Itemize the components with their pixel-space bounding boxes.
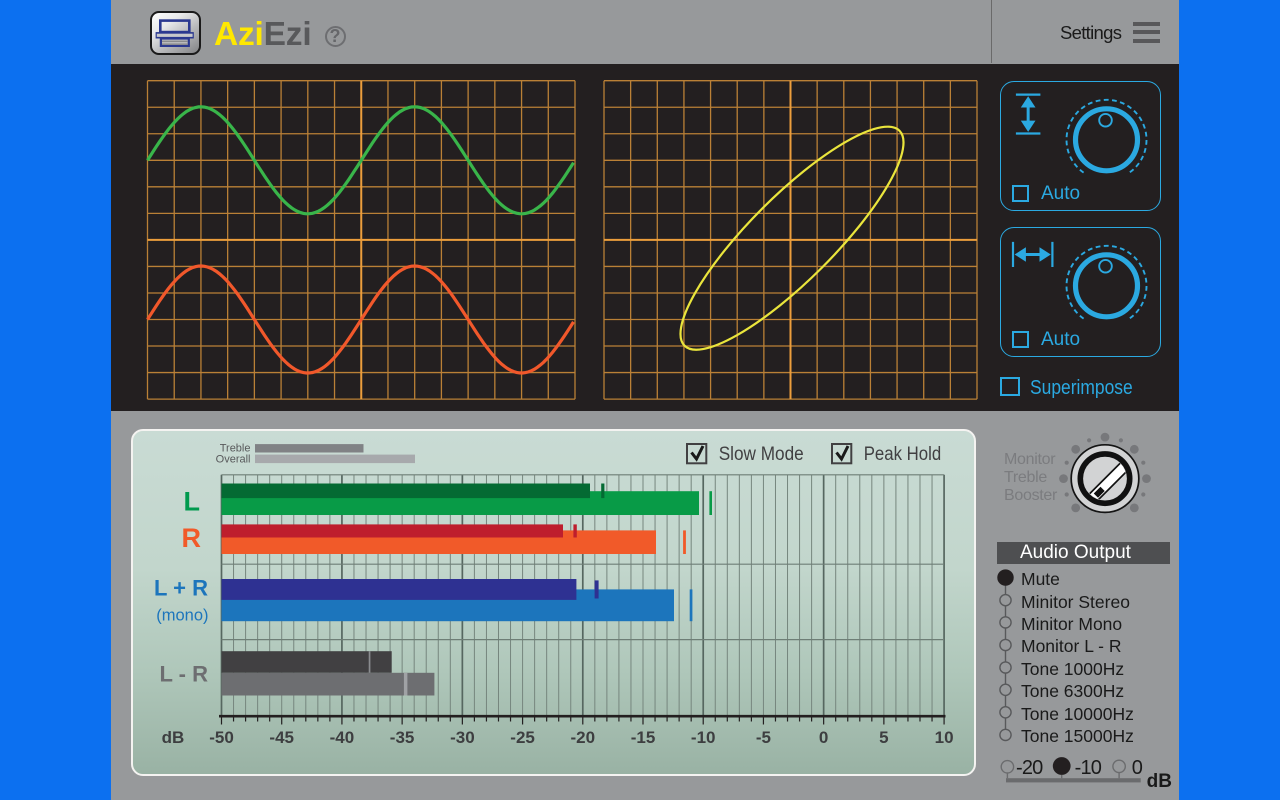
svg-text:-25: -25 [510,728,535,747]
svg-text:-10: -10 [691,728,716,747]
svg-text:L - R: L - R [160,662,209,687]
svg-text:-5: -5 [756,728,771,747]
svg-text:Peak Hold: Peak Hold [864,444,942,465]
svg-text:5: 5 [879,728,888,747]
svg-text:R: R [182,523,202,553]
svg-text:Overall: Overall [216,454,251,466]
svg-text:-45: -45 [269,728,294,747]
svg-text:L + R: L + R [154,576,208,601]
svg-text:0: 0 [819,728,828,747]
svg-text:Slow Mode: Slow Mode [719,444,804,465]
svg-text:-15: -15 [631,728,656,747]
svg-text:-35: -35 [390,728,415,747]
svg-text:-20: -20 [571,728,596,747]
svg-text:dB: dB [162,728,185,747]
svg-text:-50: -50 [209,728,234,747]
svg-text:10: 10 [935,728,954,747]
svg-text:-30: -30 [450,728,475,747]
svg-text:(mono): (mono) [156,607,208,625]
svg-text:-40: -40 [330,728,355,747]
svg-text:L: L [184,487,201,517]
